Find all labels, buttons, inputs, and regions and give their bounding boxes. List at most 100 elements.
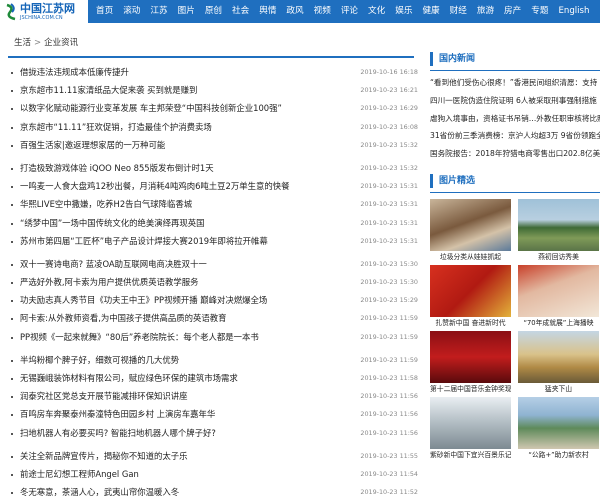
domestic-news-item[interactable]: 31省份前三季消费榜：京沪人均超3万 9省份领跑全	[430, 127, 600, 145]
nav-item[interactable]: 舆情	[259, 0, 276, 23]
photo-thumbnail[interactable]	[430, 331, 511, 383]
news-title[interactable]: 阿卡索:从外教师资看,为中国孩子提供高品质的英语教育	[20, 312, 226, 324]
news-item[interactable]: 苏州市第四届“工匠杯”电子产品设计焊接大赛2019年即将拉开帷幕 2019-10-…	[8, 233, 418, 251]
nav-item[interactable]: 滚动	[123, 0, 140, 23]
bullet-icon	[11, 492, 13, 495]
photo-thumbnail[interactable]	[430, 397, 511, 449]
news-item[interactable]: 双十一赛诗电商? 蓝凌OA助互联网电商决胜双十一 2019-10-23 15:30	[8, 256, 418, 274]
news-item[interactable]: 京东超市“11.11”狂欢促销，打造最佳个护消费卖场 2019-10-23 16:…	[8, 119, 418, 137]
news-title[interactable]: 华熙LIVE空中撒嫌，吃养H2告白气球降临香城	[20, 198, 192, 210]
photo-card[interactable]: 猛夹下山	[518, 331, 599, 395]
domestic-news-item[interactable]: “看到他们受伤心很疼！”香港民间组织清愿：支持	[430, 74, 600, 92]
news-item[interactable]: 百强生活家|邀返理想家居的一万种可能 2019-10-23 15:32	[8, 137, 418, 155]
domestic-news-item[interactable]: 四川一医院伪造住院证明 6人被采取刑事强制措施	[430, 92, 600, 110]
news-title[interactable]: 双十一赛诗电商? 蓝凌OA助互联网电商决胜双十一	[20, 258, 207, 270]
news-item[interactable]: “绣梦中国”一场中国传统文化的绝美演绎再现英国 2019-10-23 15:31	[8, 215, 418, 233]
photo-thumbnail[interactable]	[518, 331, 599, 383]
domestic-news-item[interactable]: 虐狗入境事由，资格证书吊销…外教任职审核将比照	[430, 110, 600, 128]
photo-thumbnail[interactable]	[518, 199, 599, 251]
news-item[interactable]: 以数字化赋动能源行业变革发展 车主邦荣登“中国科技创新企业100强” 2019-1…	[8, 100, 418, 118]
photo-card[interactable]: “公路+”助力新农村	[518, 397, 599, 461]
news-item[interactable]: 半坞粉椰个脾子好，细数可视播的几大优势 2019-10-23 11:59	[8, 352, 418, 370]
news-title[interactable]: 一鸣麦一人食大盘鸡12秒出餐，月消耗4吨鸡肉6吨土豆2万单生意的快餐	[20, 180, 290, 192]
news-item[interactable]: 关注全新品牌宣传片，揭秘你不知道的太子乐 2019-10-23 11:55	[8, 448, 418, 466]
photo-caption[interactable]: 扎赞新中国 奋进新时代	[430, 317, 511, 329]
news-title[interactable]: 京东超市“11.11”狂欢促销，打造最佳个护消费卖场	[20, 121, 212, 133]
news-item[interactable]: PP视频《一起来就舞》“80后”养老院院长：每个老人都是一本书 2019-10-2…	[8, 329, 418, 347]
news-title[interactable]: 百强生活家|邀返理想家居的一万种可能	[20, 139, 165, 151]
news-title[interactable]: 打造极致游戏体验 iQOO Neo 855版发布倒计时1天	[20, 162, 214, 174]
nav-item[interactable]: 文化	[368, 0, 385, 23]
nav-item[interactable]: 房产	[504, 0, 521, 23]
news-item[interactable]: 扫地机器人有必要买吗? 智能扫地机器人哪个牌子好? 2019-10-23 11:5…	[8, 425, 418, 443]
news-title[interactable]: 前途士尼幻想工程师Angel Gan	[20, 468, 139, 480]
photo-caption[interactable]: 燕初回访秀美	[518, 251, 599, 263]
breadcrumb-home[interactable]: 生活	[14, 38, 31, 48]
news-item[interactable]: 打造极致游戏体验 iQOO Neo 855版发布倒计时1天 2019-10-23 …	[8, 160, 418, 178]
news-item[interactable]: 华熙LIVE空中撒嫌，吃养H2告白气球降临香城 2019-10-23 15:31	[8, 196, 418, 214]
news-title[interactable]: 冬无寒意，茶涵人心，武夷山帘你温暖入冬	[20, 486, 179, 498]
news-title[interactable]: 关注全新品牌宣传片，揭秘你不知道的太子乐	[20, 450, 188, 462]
news-title[interactable]: PP视频《一起来就舞》“80后”养老院院长：每个老人都是一本书	[20, 331, 259, 343]
news-item[interactable]: 功夫励志真人秀节目《功夫王中王》PP视频开播 巅峰对决燃爆全场 2019-10-2…	[8, 292, 418, 310]
photo-caption[interactable]: 垃圾分类从娃娃抓起	[430, 251, 511, 263]
news-title[interactable]: 功夫励志真人秀节目《功夫王中王》PP视频开播 巅峰对决燃爆全场	[20, 294, 267, 306]
news-item[interactable]: 借拢违法违规成本低廉传捷升 2019-10-16 16:18	[8, 64, 418, 82]
nav-item[interactable]: English	[558, 0, 589, 23]
news-item[interactable]: 无锡巍峨装饰材料有限公司，赋应绿色环保的建筑市场需求 2019-10-23 11:…	[8, 370, 418, 388]
photo-thumbnail[interactable]	[430, 265, 511, 317]
news-title[interactable]: 借拢违法违规成本低廉传捷升	[20, 66, 129, 78]
news-title[interactable]: 润泰究社区党总支开展节能减排环保知识讲座	[20, 390, 188, 402]
news-title[interactable]: 苏州市第四届“工匠杯”电子产品设计焊接大赛2019年即将拉开帷幕	[20, 235, 268, 247]
nav-item[interactable]: 专题	[531, 0, 548, 23]
photo-caption[interactable]: “70年成就展”上海播映	[518, 317, 599, 329]
news-title[interactable]: 严选好外教,阿卡索为用户提供优质英语教学服务	[20, 276, 199, 288]
breadcrumb-current[interactable]: 企业资讯	[44, 38, 78, 48]
nav-item[interactable]: 江苏	[150, 0, 167, 23]
photo-card[interactable]: 扎赞新中国 奋进新时代	[430, 265, 511, 329]
news-item[interactable]: 一鸣麦一人食大盘鸡12秒出餐，月消耗4吨鸡肉6吨土豆2万单生意的快餐 2019-1…	[8, 178, 418, 196]
news-title[interactable]: 无锡巍峨装饰材料有限公司，赋应绿色环保的建筑市场需求	[20, 372, 238, 384]
photo-card[interactable]: 紫砂新中国下宜兴百景乐记	[430, 397, 511, 461]
news-item[interactable]: 百鸣房车奔聚泰州秦潼特色田园乡村 上演房车嘉年华 2019-10-23 11:56	[8, 406, 418, 424]
nav-item[interactable]: 首页	[96, 0, 113, 23]
photo-thumbnail[interactable]	[518, 397, 599, 449]
news-title[interactable]: “绣梦中国”一场中国传统文化的绝美演绎再现英国	[20, 217, 205, 229]
domestic-news-panel: 国内新闻 “看到他们受伤心很疼！”香港民间组织清愿：支持 四川一医院伪造住院证明 …	[430, 52, 600, 163]
news-item[interactable]: 前途士尼幻想工程师Angel Gan 2019-10-23 11:54	[8, 466, 418, 484]
photo-thumbnail[interactable]	[518, 265, 599, 317]
photo-caption[interactable]: 紫砂新中国下宜兴百景乐记	[430, 449, 511, 461]
nav-item[interactable]: 娱乐	[395, 0, 412, 23]
site-logo[interactable]: 中国江苏网 JSCHINA.COM.CN	[4, 2, 82, 22]
nav-item[interactable]: 社会	[232, 0, 249, 23]
photo-card[interactable]: “70年成就展”上海播映	[518, 265, 599, 329]
news-title[interactable]: 京东超市11.11家清纸品大促来袭 买到就是赚到	[20, 84, 197, 96]
nav-item[interactable]: 财经	[450, 0, 467, 23]
photo-card[interactable]: 第十二届中国音乐金钟奖现	[430, 331, 511, 395]
nav-item[interactable]: 评论	[341, 0, 358, 23]
nav-item[interactable]: 旅游	[477, 0, 494, 23]
nav-item[interactable]: 健康	[422, 0, 439, 23]
photo-card[interactable]: 燕初回访秀美	[518, 199, 599, 263]
nav-item[interactable]: 图片	[178, 0, 195, 23]
domestic-news-item[interactable]: 国务院报告：2018年狩猎电商零售出口202.8亿美	[430, 145, 600, 163]
photo-caption[interactable]: “公路+”助力新农村	[518, 449, 599, 461]
news-title[interactable]: 百鸣房车奔聚泰州秦潼特色田园乡村 上演房车嘉年华	[20, 408, 215, 420]
bullet-icon	[11, 204, 13, 207]
news-title[interactable]: 扫地机器人有必要买吗? 智能扫地机器人哪个牌子好?	[20, 427, 216, 439]
news-date: 2019-10-23 11:59	[360, 355, 418, 364]
news-item[interactable]: 阿卡索:从外教师资看,为中国孩子提供高品质的英语教育 2019-10-23 11:…	[8, 310, 418, 328]
nav-item[interactable]: 原创	[205, 0, 222, 23]
news-item[interactable]: 京东超市11.11家清纸品大促来袭 买到就是赚到 2019-10-23 16:21	[8, 82, 418, 100]
photo-thumbnail[interactable]	[430, 199, 511, 251]
news-item[interactable]: 冬无寒意，茶涵人心，武夷山帘你温暖入冬 2019-10-23 11:52	[8, 484, 418, 502]
nav-item[interactable]: 视频	[314, 0, 331, 23]
news-item[interactable]: 严选好外教,阿卡索为用户提供优质英语教学服务 2019-10-23 15:30	[8, 274, 418, 292]
news-item[interactable]: 润泰究社区党总支开展节能减排环保知识讲座 2019-10-23 11:56	[8, 388, 418, 406]
photo-caption[interactable]: 猛夹下山	[518, 383, 599, 395]
news-title[interactable]: 以数字化赋动能源行业变革发展 车主邦荣登“中国科技创新企业100强”	[20, 102, 282, 114]
photo-card[interactable]: 垃圾分类从娃娃抓起	[430, 199, 511, 263]
news-title[interactable]: 半坞粉椰个脾子好，细数可视播的几大优势	[20, 354, 179, 366]
photo-caption[interactable]: 第十二届中国音乐金钟奖现	[430, 383, 511, 395]
nav-item[interactable]: 政风	[286, 0, 303, 23]
